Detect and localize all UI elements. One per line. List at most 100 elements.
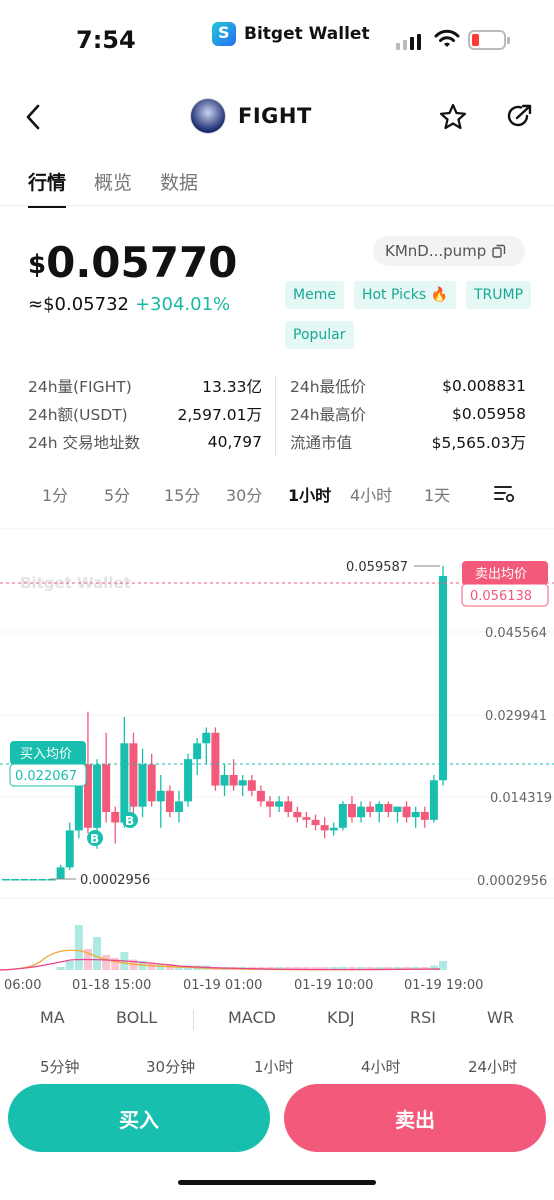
x-tick-label: 01-18 15:00 <box>72 978 151 993</box>
tag[interactable]: Hot Picks 🔥 <box>353 281 456 309</box>
cellular-signal-icon <box>396 34 421 50</box>
period-5m[interactable]: 5分钟 <box>40 1056 80 1077</box>
contract-address-chip[interactable]: KMnD...pump <box>373 236 525 266</box>
tag[interactable]: Popular <box>285 321 354 349</box>
tab-data[interactable]: 数据 <box>160 168 198 208</box>
indicator-ma[interactable]: MA <box>40 1008 65 1027</box>
stat-row: 流通市值 $5,565.03万 <box>290 428 526 456</box>
candle-body <box>275 801 284 807</box>
stat-value: $0.008831 <box>442 377 526 395</box>
stat-row: 24h量(FIGHT) 13.33亿 <box>28 372 262 400</box>
tag[interactable]: Meme <box>285 281 344 309</box>
sell-button[interactable]: 卖出 <box>284 1084 546 1152</box>
price-change: +304.01% <box>134 294 231 315</box>
app-name: Bitget Wallet <box>244 24 370 44</box>
period-selector: 5分钟 30分钟 1小时 4小时 24小时 <box>0 1056 554 1080</box>
volume-bar <box>56 967 65 970</box>
candle-body <box>402 806 411 818</box>
x-tick-label: 06:00 <box>4 978 41 993</box>
interval-30m[interactable]: 30分 <box>226 482 262 506</box>
share-icon[interactable] <box>505 102 535 132</box>
candle-body <box>293 811 302 818</box>
stats-left: 24h量(FIGHT) 13.33亿 24h额(USDT) 2,597.01万 24… <box>28 372 262 456</box>
period-1h[interactable]: 1小时 <box>254 1056 294 1077</box>
stats-divider <box>275 376 276 456</box>
candle-body <box>284 801 293 812</box>
candle-body <box>174 801 183 812</box>
stat-label: 24h量(FIGHT) <box>28 378 132 396</box>
candle-body <box>302 817 311 820</box>
interval-1m[interactable]: 1分 <box>42 482 68 506</box>
period-24h[interactable]: 24小时 <box>468 1056 517 1077</box>
stat-value: 40,797 <box>207 433 262 451</box>
current-price: $0.05770 <box>28 238 237 287</box>
buy-button[interactable]: 买入 <box>8 1084 270 1152</box>
status-time: 7:54 <box>76 26 136 54</box>
period-4h[interactable]: 4小时 <box>361 1056 401 1077</box>
indicator-rsi[interactable]: RSI <box>410 1008 436 1027</box>
low-price-label: 0.0002956 <box>80 873 150 888</box>
stat-row: 24h 交易地址数 40,797 <box>28 428 262 456</box>
buy-marker-label: B <box>90 832 99 846</box>
candle-body <box>375 804 384 812</box>
interval-1h[interactable]: 1小时 <box>288 482 331 506</box>
volume-bars <box>56 925 447 970</box>
price-chart[interactable]: Bitget Wallet 0.045564 0.029941 0.014319… <box>0 528 554 998</box>
tag[interactable]: TRUMP <box>466 281 532 309</box>
interval-1d[interactable]: 1天 <box>424 482 450 506</box>
approx-price: ≈$0.05732 <box>28 294 129 315</box>
period-30m[interactable]: 30分钟 <box>146 1056 195 1077</box>
token-avatar <box>190 98 226 134</box>
interval-4h[interactable]: 4小时 <box>350 482 392 506</box>
interval-selector: 1分 5分 15分 30分 1小时 4小时 1天 <box>0 482 554 506</box>
candle-body <box>211 732 220 786</box>
x-tick-label: 01-19 10:00 <box>294 978 373 993</box>
tab-overview[interactable]: 概览 <box>94 168 132 208</box>
candle-body <box>184 759 193 802</box>
candle-body <box>38 878 47 881</box>
y-tick-label: 0.045564 <box>485 626 547 641</box>
indicator-kdj[interactable]: KDJ <box>327 1008 355 1027</box>
back-arrow-icon[interactable] <box>22 102 44 132</box>
stat-row: 24h最高价 $0.05958 <box>290 400 526 428</box>
interval-5m[interactable]: 5分 <box>104 482 130 506</box>
candle-body <box>193 743 202 760</box>
candle-body <box>2 878 10 881</box>
sell-average-label: 卖出均价 <box>475 567 527 582</box>
buy-average-label: 买入均价 <box>20 747 72 762</box>
token-tags: Meme Hot Picks 🔥 TRUMP Popular <box>285 281 535 349</box>
candle-body <box>329 827 338 831</box>
chart-overlays: 0.045564 0.029941 0.014319 0.0002956 0.0… <box>0 560 554 889</box>
bitget-logo-icon <box>212 22 236 46</box>
indicator-boll[interactable]: BOLL <box>116 1008 157 1027</box>
indicator-macd[interactable]: MACD <box>228 1008 276 1027</box>
chart-settings-icon[interactable] <box>494 484 516 504</box>
x-tick-label: 01-19 19:00 <box>404 978 483 993</box>
tab-market[interactable]: 行情 <box>28 168 67 208</box>
copy-icon[interactable] <box>492 244 506 258</box>
candle-body <box>65 830 74 868</box>
candle-body <box>357 806 366 818</box>
y-tick-label: 0.014319 <box>490 791 552 806</box>
candle-body <box>156 790 165 802</box>
candle-body <box>111 811 120 823</box>
candle-body <box>366 806 375 812</box>
stat-label: 24h最低价 <box>290 378 367 396</box>
candles <box>2 565 447 881</box>
candle-body <box>20 878 29 881</box>
candle-body <box>129 743 138 807</box>
candle-body <box>202 732 211 744</box>
candle-body <box>29 878 38 881</box>
stat-label: 24h最高价 <box>290 406 367 424</box>
high-price-label: 0.059587 <box>346 560 408 575</box>
interval-15m[interactable]: 15分 <box>164 482 200 506</box>
candle-body <box>102 764 111 812</box>
contract-address: KMnD...pump <box>385 242 487 260</box>
volume-bar <box>102 955 111 970</box>
candle-body <box>138 764 147 807</box>
indicator-wr[interactable]: WR <box>487 1008 514 1027</box>
section-tabs: 行情 概览 数据 <box>28 168 198 208</box>
candle-body <box>320 825 329 831</box>
candle-body <box>56 867 65 879</box>
favorite-star-icon[interactable] <box>438 102 468 132</box>
